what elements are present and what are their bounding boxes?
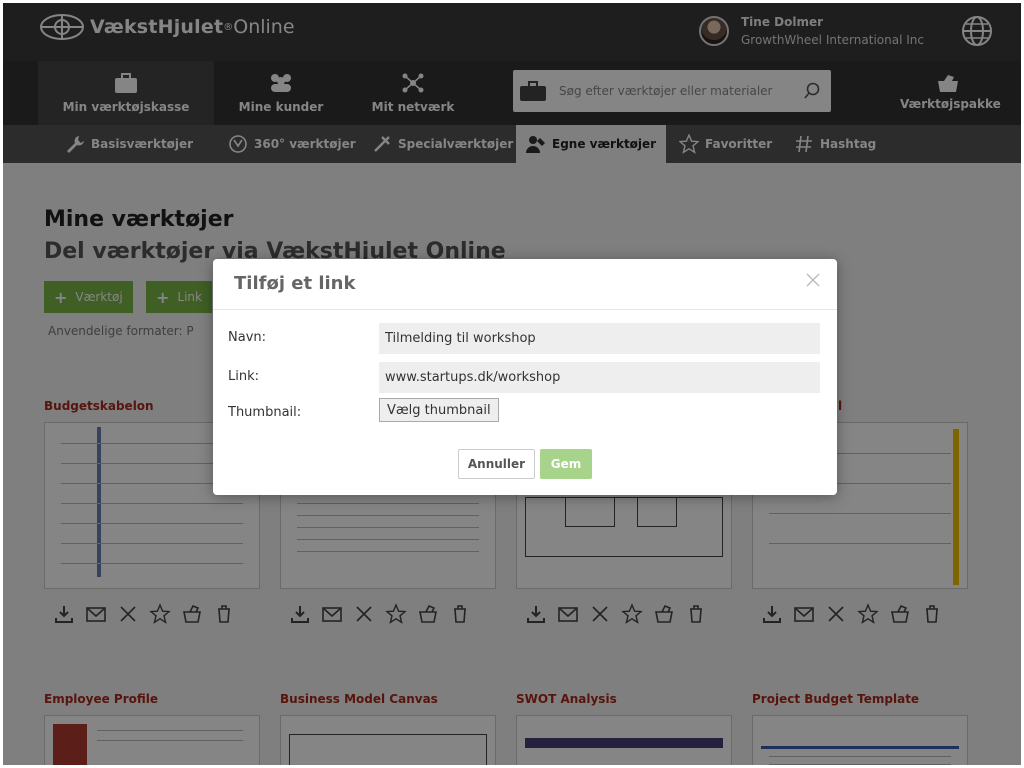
add-link-dialog: Tilføj et link Navn: Link: Thumbnail: Væ… [213, 259, 837, 495]
app-frame: VækstHjulet ® Online Tine Dolmer GrowthW… [3, 3, 1021, 765]
divider [213, 309, 837, 310]
name-label: Navn: [228, 330, 267, 345]
save-button[interactable]: Gem [540, 449, 592, 479]
link-field[interactable] [379, 362, 820, 393]
cancel-button[interactable]: Annuller [458, 449, 535, 479]
close-icon[interactable] [806, 273, 820, 287]
dialog-title: Tilføj et link [234, 273, 356, 294]
name-field[interactable] [379, 323, 820, 354]
choose-thumbnail-button[interactable]: Vælg thumbnail [379, 398, 499, 422]
link-label: Link: [228, 369, 260, 384]
thumbnail-label: Thumbnail: [228, 405, 302, 420]
